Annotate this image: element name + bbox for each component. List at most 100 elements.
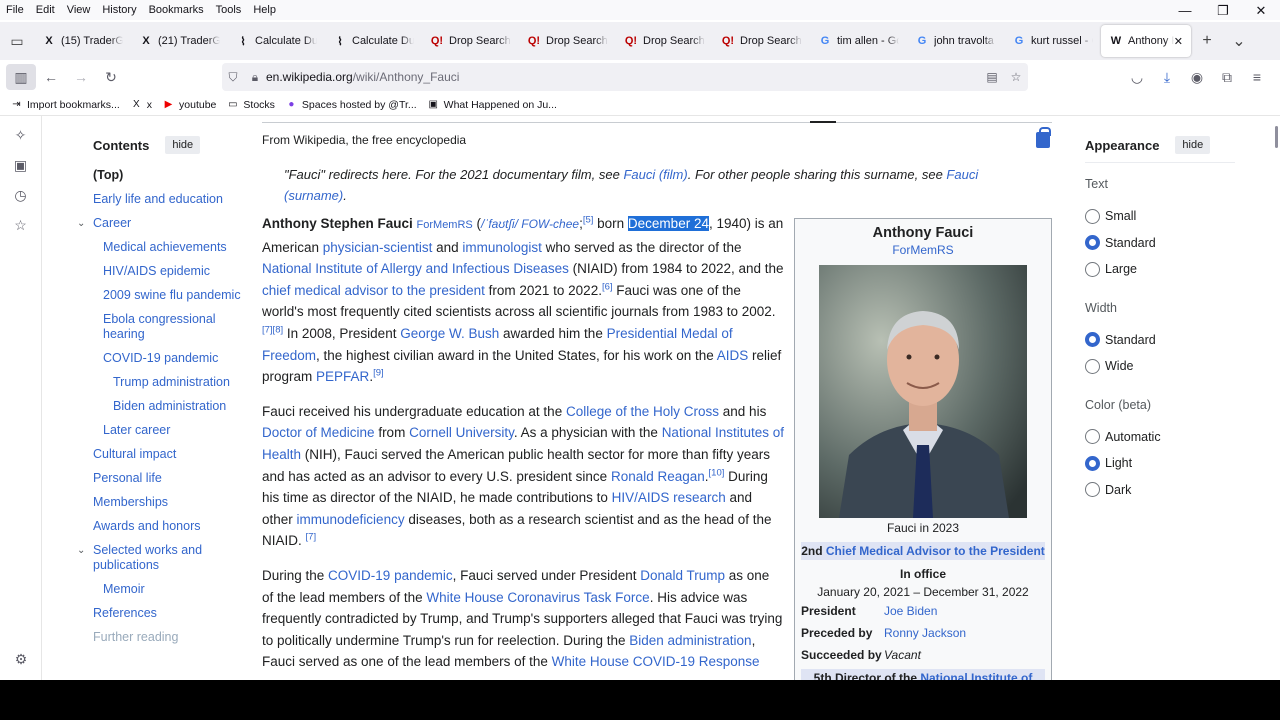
- immunodeficiency-link[interactable]: immunodeficiency: [297, 512, 405, 527]
- radio-checked[interactable]: [1085, 332, 1100, 348]
- extensions-icon[interactable]: ⧉: [1212, 65, 1242, 89]
- app-menu-icon[interactable]: ≡: [1242, 65, 1272, 89]
- tab[interactable]: ⌇ Calculate Dura: [228, 25, 325, 57]
- toc-link[interactable]: Memoir: [103, 582, 145, 596]
- toc-link[interactable]: Career: [93, 216, 131, 230]
- ronny-jackson-link[interactable]: Ronny Jackson: [884, 626, 966, 640]
- ronald-reagan-link[interactable]: Ronald Reagan: [611, 469, 705, 484]
- cornell-link[interactable]: Cornell University: [409, 425, 514, 440]
- ai-chat-icon[interactable]: ✧: [0, 120, 41, 150]
- lock-icon[interactable]: 🔒︎: [244, 70, 266, 85]
- bookmark-item[interactable]: ● Spaces hosted by @Tr...: [285, 98, 416, 111]
- history-icon[interactable]: ◷: [0, 180, 41, 210]
- chief-medical-advisor-link[interactable]: chief medical advisor to the president: [262, 283, 485, 298]
- tab[interactable]: Q! Drop Search R: [422, 25, 519, 57]
- radio-option[interactable]: Standard: [1085, 230, 1235, 257]
- pronunciation[interactable]: /ˈfaʊtʃi/ FOW-chee: [481, 217, 579, 231]
- toc-link[interactable]: Memberships: [93, 495, 168, 509]
- toc-item[interactable]: Awards and honors: [93, 519, 243, 534]
- toc-link[interactable]: Further reading: [93, 630, 178, 644]
- url-bar[interactable]: ⛉ 🔒︎ en.wikipedia.org/wiki/Anthony_Fauci…: [222, 63, 1028, 91]
- bookmarks-icon[interactable]: ☆: [0, 210, 41, 240]
- ref-7[interactable]: [7]: [306, 532, 317, 543]
- aids-link[interactable]: AIDS: [717, 348, 749, 363]
- office2-link[interactable]: National Institute of: [920, 671, 1032, 680]
- menu-file[interactable]: File: [0, 4, 30, 16]
- fauci-film-link[interactable]: Fauci (film): [623, 167, 687, 182]
- toc-link[interactable]: Selected works and publications: [93, 543, 202, 572]
- radio-unchecked[interactable]: [1085, 208, 1100, 224]
- close-tab-icon[interactable]: ✕: [1174, 35, 1183, 48]
- pepfar-link[interactable]: PEPFAR: [316, 369, 369, 384]
- bookmark-item[interactable]: ⇥ Import bookmarks...: [10, 98, 119, 111]
- joe-biden-link[interactable]: Joe Biden: [884, 604, 937, 618]
- bookmark-item[interactable]: ▶ youtube: [162, 98, 217, 111]
- toc-link[interactable]: Trump administration: [113, 375, 230, 389]
- immunologist-link[interactable]: immunologist: [462, 240, 542, 255]
- radio-option[interactable]: Light: [1085, 450, 1235, 477]
- covid-pandemic-link[interactable]: COVID-19 pandemic: [328, 568, 453, 583]
- niaid-link[interactable]: National Institute of Allergy and Infect…: [262, 261, 569, 276]
- list-all-tabs-icon[interactable]: ⌄: [1223, 31, 1255, 51]
- back-button[interactable]: ←: [36, 69, 66, 85]
- bookmark-item[interactable]: Xx: [130, 98, 152, 111]
- toc-item[interactable]: HIV/AIDS epidemic: [93, 264, 243, 279]
- bookmark-item[interactable]: ▭ Stocks: [226, 98, 275, 111]
- toc-item[interactable]: ⌄ Career: [77, 216, 243, 231]
- toc-item[interactable]: Medical achievements: [93, 240, 243, 255]
- chevron-down-icon[interactable]: ⌄: [77, 216, 85, 231]
- infobox-post-nominal[interactable]: ForMemRS: [795, 243, 1051, 257]
- physician-scientist-link[interactable]: physician-scientist: [323, 240, 433, 255]
- holy-cross-link[interactable]: College of the Holy Cross: [566, 404, 719, 419]
- tab-list-icon[interactable]: ▭: [0, 33, 34, 50]
- ref-10[interactable]: [10]: [709, 467, 725, 478]
- radio-unchecked[interactable]: [1085, 429, 1100, 445]
- new-tab-button[interactable]: +: [1191, 32, 1223, 50]
- biden-administration-link[interactable]: Biden administration: [629, 633, 751, 648]
- chevron-down-icon[interactable]: ⌄: [77, 543, 85, 558]
- tab-active[interactable]: W Anthony Fa✕: [1101, 25, 1191, 57]
- toc-link[interactable]: References: [93, 606, 157, 620]
- toc-link[interactable]: Ebola congressional hearing: [103, 312, 216, 341]
- tab[interactable]: X (21) TraderGirl: [131, 25, 228, 57]
- restore-button[interactable]: ❐: [1204, 0, 1242, 22]
- toc-link[interactable]: COVID-19 pandemic: [103, 351, 218, 365]
- donald-trump-link[interactable]: Donald Trump: [640, 568, 725, 583]
- toc-item[interactable]: ⌄ Selected works and publications: [77, 543, 243, 573]
- reader-view-icon[interactable]: ▤: [980, 70, 1004, 84]
- tab[interactable]: ⌇ Calculate Dura: [325, 25, 422, 57]
- menu-history[interactable]: History: [96, 4, 142, 16]
- toc-link[interactable]: Cultural impact: [93, 447, 176, 461]
- menu-edit[interactable]: Edit: [30, 4, 61, 16]
- coronavirus-task-force-link[interactable]: White House Coronavirus Task Force: [426, 590, 649, 605]
- ref-9[interactable]: [9]: [373, 368, 384, 379]
- toc-link[interactable]: Early life and education: [93, 192, 223, 206]
- office-link[interactable]: Chief Medical Advisor to the President: [826, 544, 1045, 558]
- pocket-icon[interactable]: ◡: [1122, 65, 1152, 89]
- menu-tools[interactable]: Tools: [210, 4, 248, 16]
- toc-link[interactable]: Biden administration: [113, 399, 226, 413]
- toc-link[interactable]: HIV/AIDS epidemic: [103, 264, 210, 278]
- toc-item[interactable]: Personal life: [93, 471, 243, 486]
- radio-option[interactable]: Small: [1085, 203, 1235, 230]
- toc-item[interactable]: Early life and education: [93, 192, 243, 207]
- doctor-of-medicine-link[interactable]: Doctor of Medicine: [262, 425, 375, 440]
- toc-item[interactable]: Biden administration: [93, 399, 243, 414]
- shield-icon[interactable]: ⛉: [222, 70, 244, 85]
- formemrs-link[interactable]: ForMemRS: [417, 219, 473, 231]
- toc-item[interactable]: Cultural impact: [93, 447, 243, 462]
- tab[interactable]: X (15) TraderGirl: [34, 25, 131, 57]
- toc-item[interactable]: (Top): [93, 168, 243, 183]
- toc-link[interactable]: (Top): [93, 168, 123, 182]
- reload-button[interactable]: ↻: [96, 69, 126, 86]
- toc-item[interactable]: Later career: [93, 423, 243, 438]
- menu-help[interactable]: Help: [247, 4, 282, 16]
- page-scrollbar[interactable]: [1275, 126, 1278, 148]
- radio-unchecked[interactable]: [1085, 482, 1100, 498]
- radio-checked[interactable]: [1085, 235, 1100, 251]
- toc-link[interactable]: Medical achievements: [103, 240, 227, 254]
- toc-link[interactable]: Later career: [103, 423, 170, 437]
- settings-gear-icon[interactable]: ⚙: [0, 644, 42, 674]
- toc-link[interactable]: 2009 swine flu pandemic: [103, 288, 241, 302]
- tab[interactable]: Gtim allen - Go: [810, 25, 907, 57]
